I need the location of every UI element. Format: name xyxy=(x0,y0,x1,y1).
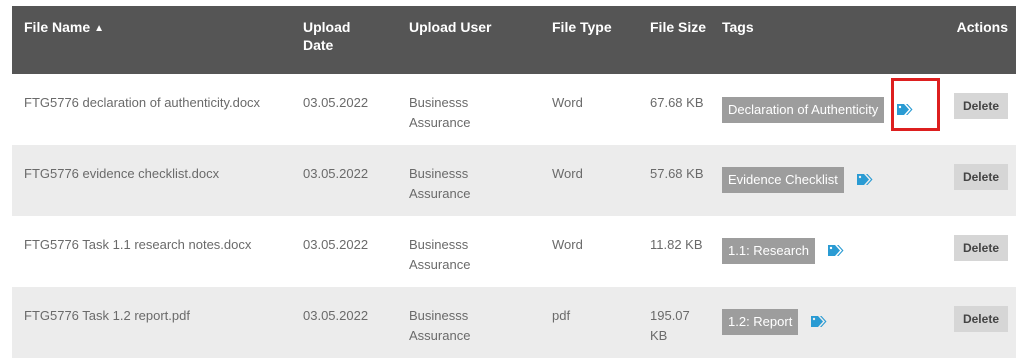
column-header-label: File Name xyxy=(24,19,91,35)
column-header-tags[interactable]: Tags xyxy=(722,6,938,74)
upload-user: Businesss Assurance xyxy=(409,237,471,272)
tags-cell: Evidence Checklist xyxy=(722,145,938,216)
upload-date-cell: 03.05.2022 xyxy=(303,216,409,287)
file-type-cell: Word xyxy=(552,145,650,216)
tag-label: Declaration of Authenticity xyxy=(722,97,885,123)
column-header-label: Tags xyxy=(722,19,754,35)
file-name-cell: FTG5776 declaration of authenticity.docx xyxy=(12,74,303,145)
actions-cell: Delete xyxy=(938,216,1016,287)
delete-button[interactable]: Delete xyxy=(953,164,1008,190)
upload-date: 03.05.2022 xyxy=(303,95,369,110)
column-header-file-type[interactable]: File Type xyxy=(552,6,650,74)
file-size-cell: 57.68 KB xyxy=(650,145,722,216)
upload-date: 03.05.2022 xyxy=(303,308,369,323)
upload-date-cell: 03.05.2022 xyxy=(303,74,409,145)
upload-user-cell: Businesss Assurance xyxy=(409,145,552,216)
column-header-upload-date[interactable]: Upload Date xyxy=(303,6,409,74)
upload-user-cell: Businesss Assurance xyxy=(409,216,552,287)
tag-icon[interactable] xyxy=(856,173,874,187)
files-table: File Name ▲ Upload Date Upload User File … xyxy=(12,6,1016,358)
column-header-label: File Size xyxy=(650,19,707,35)
column-header-file-name[interactable]: File Name ▲ xyxy=(12,6,303,74)
column-header-label: Upload Date xyxy=(303,19,351,53)
actions-cell: Delete xyxy=(938,287,1016,358)
upload-user: Businesss Assurance xyxy=(409,95,471,130)
file-size: 67.68 KB xyxy=(650,95,704,110)
upload-user: Businesss Assurance xyxy=(409,166,471,201)
file-name[interactable]: FTG5776 Task 1.2 report.pdf xyxy=(12,287,303,326)
file-name-cell: FTG5776 evidence checklist.docx xyxy=(12,145,303,216)
file-type: Word xyxy=(552,237,583,252)
file-name[interactable]: FTG5776 Task 1.1 research notes.docx xyxy=(12,216,303,255)
file-type-cell: Word xyxy=(552,216,650,287)
table-header-row: File Name ▲ Upload Date Upload User File … xyxy=(12,6,1016,74)
delete-button[interactable]: Delete xyxy=(953,235,1008,261)
actions-cell: Delete xyxy=(938,74,1016,145)
file-size: 11.82 KB xyxy=(650,237,703,252)
upload-date-cell: 03.05.2022 xyxy=(303,287,409,358)
file-size-cell: 195.07 KB xyxy=(650,287,722,358)
file-type: Word xyxy=(552,95,583,110)
delete-button[interactable]: Delete xyxy=(953,306,1008,332)
file-size: 57.68 KB xyxy=(650,166,704,181)
tags-cell: 1.1: Research xyxy=(722,216,938,287)
file-name-cell: FTG5776 Task 1.2 report.pdf xyxy=(12,287,303,358)
file-size-cell: 11.82 KB xyxy=(650,216,722,287)
upload-user: Businesss Assurance xyxy=(409,308,471,343)
tags-cell: 1.2: Report xyxy=(722,287,938,358)
column-header-label: Actions xyxy=(956,19,1008,35)
file-type: pdf xyxy=(552,308,571,323)
tag-icon[interactable] xyxy=(896,103,914,117)
files-table-container: File Name ▲ Upload Date Upload User File … xyxy=(12,6,1016,358)
tag-icon[interactable] xyxy=(810,315,828,329)
upload-date-cell: 03.05.2022 xyxy=(303,145,409,216)
tag-icon[interactable] xyxy=(827,244,845,258)
table-row: FTG5776 declaration of authenticity.docx… xyxy=(12,74,1016,145)
column-header-file-size[interactable]: File Size xyxy=(650,6,722,74)
actions-cell: Delete xyxy=(938,145,1016,216)
file-name[interactable]: FTG5776 declaration of authenticity.docx xyxy=(12,74,303,113)
upload-user-cell: Businesss Assurance xyxy=(409,287,552,358)
delete-button[interactable]: Delete xyxy=(953,93,1008,119)
tag-label: Evidence Checklist xyxy=(722,167,844,193)
file-name-cell: FTG5776 Task 1.1 research notes.docx xyxy=(12,216,303,287)
sort-ascending-icon[interactable]: ▲ xyxy=(94,23,104,34)
file-type: Word xyxy=(552,166,583,181)
column-header-upload-user[interactable]: Upload User xyxy=(409,6,552,74)
table-row: FTG5776 Task 1.2 report.pdf 03.05.2022 B… xyxy=(12,287,1016,358)
file-name[interactable]: FTG5776 evidence checklist.docx xyxy=(12,145,303,184)
file-size-cell: 67.68 KB xyxy=(650,74,722,145)
upload-user-cell: Businesss Assurance xyxy=(409,74,552,145)
table-row: FTG5776 Task 1.1 research notes.docx 03.… xyxy=(12,216,1016,287)
file-type-cell: pdf xyxy=(552,287,650,358)
tag-label: 1.1: Research xyxy=(722,238,815,264)
tag-label: 1.2: Report xyxy=(722,309,799,335)
column-header-label: Upload User xyxy=(409,19,492,35)
file-type-cell: Word xyxy=(552,74,650,145)
table-row: FTG5776 evidence checklist.docx 03.05.20… xyxy=(12,145,1016,216)
column-header-label: File Type xyxy=(552,19,612,35)
upload-date: 03.05.2022 xyxy=(303,237,369,252)
upload-date: 03.05.2022 xyxy=(303,166,369,181)
file-size: 195.07 KB xyxy=(650,308,690,343)
tags-cell: Declaration of Authenticity xyxy=(722,74,938,145)
column-header-actions: Actions xyxy=(938,6,1016,74)
